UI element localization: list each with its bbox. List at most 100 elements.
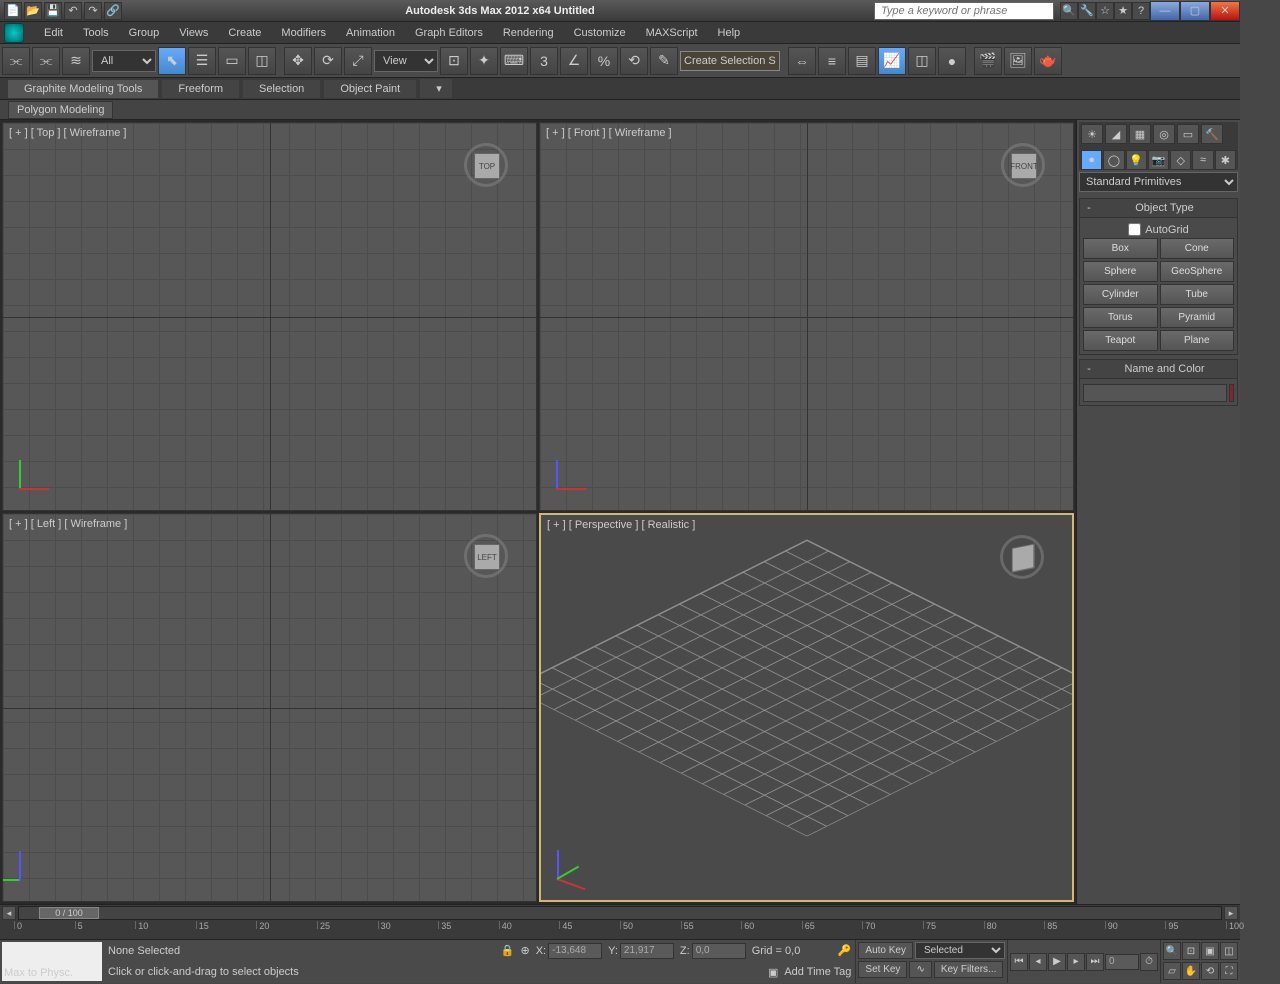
geosphere-button[interactable]: GeoSphere	[1160, 261, 1235, 282]
zoom-icon[interactable]: 🔍	[1163, 942, 1181, 960]
viewport-persp-label[interactable]: [ + ] [ Perspective ] [ Realistic ]	[547, 519, 695, 531]
viewport-top[interactable]: [ + ] [ Top ] [ Wireframe ] TOP	[2, 122, 537, 511]
viewport-top-label[interactable]: [ + ] [ Top ] [ Wireframe ]	[9, 127, 126, 139]
object-color-swatch[interactable]	[1229, 384, 1234, 402]
manipulate-icon[interactable]: ✦	[470, 47, 498, 75]
time-config-icon[interactable]: ⏱	[1140, 953, 1158, 971]
tab-object-paint[interactable]: Object Paint	[324, 80, 416, 98]
viewcube-persp[interactable]	[992, 527, 1052, 587]
plane-icon[interactable]: ◢	[1105, 124, 1127, 144]
goto-end-icon[interactable]: ⏭	[1086, 953, 1104, 971]
torus-button[interactable]: Torus	[1083, 307, 1158, 328]
percent-snap-icon[interactable]: %	[590, 47, 618, 75]
viewport-front[interactable]: [ + ] [ Front ] [ Wireframe ] FRONT	[539, 122, 1074, 511]
category-dropdown[interactable]: Standard Primitives	[1079, 172, 1238, 192]
select-tool-icon[interactable]: ⬉	[158, 47, 186, 75]
reference-coord[interactable]: View	[374, 50, 438, 72]
rotate-tool-icon[interactable]: ⟳	[314, 47, 342, 75]
time-slider-handle[interactable]: 0 / 100	[39, 907, 99, 919]
ribbon-dropdown-icon[interactable]: ▾	[420, 79, 452, 98]
time-tag-icon[interactable]: ▣	[768, 966, 778, 979]
new-icon[interactable]: 📄	[4, 2, 22, 20]
material-editor-icon[interactable]: ●	[938, 47, 966, 75]
play-icon[interactable]: ▶	[1048, 953, 1066, 971]
keyboard-icon[interactable]: ⌨	[500, 47, 528, 75]
maxscript-listener[interactable]: Max to Physc.	[2, 942, 102, 981]
maximize-viewport-icon[interactable]: ⛶	[1220, 962, 1238, 980]
shapes-tab-icon[interactable]: ◯	[1103, 150, 1124, 170]
schematic-icon[interactable]: ◫	[908, 47, 936, 75]
tab-freeform[interactable]: Freeform	[162, 80, 239, 98]
pivot-icon[interactable]: ⊡	[440, 47, 468, 75]
orbit-icon[interactable]: ⟲	[1201, 962, 1219, 980]
box-button[interactable]: Box	[1083, 238, 1158, 259]
menu-group[interactable]: Group	[119, 24, 170, 42]
redo-icon[interactable]: ↷	[84, 2, 102, 20]
prev-frame-icon[interactable]: ◂	[1029, 953, 1047, 971]
menu-maxscript[interactable]: MAXScript	[636, 24, 708, 42]
render-icon[interactable]: 🫖	[1034, 47, 1062, 75]
help-icon[interactable]: ?	[1132, 2, 1150, 20]
selection-filter[interactable]: All	[92, 50, 156, 72]
time-slider-track[interactable]: 0 / 100	[18, 906, 1222, 920]
name-color-rollout[interactable]: -Name and Color	[1079, 359, 1238, 379]
snap-3d-icon[interactable]: 3	[530, 47, 558, 75]
zoom-all-icon[interactable]: ⊡	[1182, 942, 1200, 960]
render-frame-icon[interactable]: 🖼	[1004, 47, 1032, 75]
cone-button[interactable]: Cone	[1160, 238, 1235, 259]
select-link-icon[interactable]: ⫘	[2, 47, 30, 75]
help-search[interactable]	[874, 2, 1054, 20]
layers-icon[interactable]: ▤	[848, 47, 876, 75]
cylinder-button[interactable]: Cylinder	[1083, 284, 1158, 305]
coord-mode-icon[interactable]: ⊕	[521, 944, 530, 957]
x-coord-input[interactable]	[548, 943, 602, 959]
set-key-button[interactable]: Set Key	[858, 961, 907, 978]
menu-modifiers[interactable]: Modifiers	[271, 24, 336, 42]
add-time-tag[interactable]: Add Time Tag	[784, 966, 851, 978]
utilities-icon[interactable]: 🔨	[1201, 124, 1223, 144]
current-frame-input[interactable]	[1105, 954, 1139, 970]
timeline-prev-icon[interactable]: ◂	[2, 906, 16, 920]
app-icon[interactable]	[4, 23, 24, 43]
tab-graphite[interactable]: Graphite Modeling Tools	[8, 80, 158, 98]
geometry-tab-icon[interactable]: ●	[1081, 150, 1102, 170]
named-selection-input[interactable]	[680, 51, 780, 71]
move-tool-icon[interactable]: ✥	[284, 47, 312, 75]
spacewarps-tab-icon[interactable]: ≈	[1192, 150, 1213, 170]
favorite-icon[interactable]: ★	[1114, 2, 1132, 20]
curve-editor-icon[interactable]: 📈	[878, 47, 906, 75]
display-icon[interactable]: ▭	[1177, 124, 1199, 144]
tube-button[interactable]: Tube	[1160, 284, 1235, 305]
minimize-button[interactable]: —	[1150, 1, 1180, 21]
light-icon[interactable]: ☀	[1081, 124, 1103, 144]
star-icon[interactable]: ☆	[1096, 2, 1114, 20]
key-curve-icon[interactable]: ∿	[909, 961, 931, 978]
pyramid-button[interactable]: Pyramid	[1160, 307, 1235, 328]
tab-selection[interactable]: Selection	[243, 80, 320, 98]
z-coord-input[interactable]	[692, 943, 746, 959]
goto-start-icon[interactable]: ⏮	[1010, 953, 1028, 971]
teapot-button[interactable]: Teapot	[1083, 330, 1158, 351]
viewcube-top[interactable]: TOP	[456, 135, 516, 195]
undo-icon[interactable]: ↶	[64, 2, 82, 20]
menu-edit[interactable]: Edit	[34, 24, 73, 42]
close-button[interactable]: ✕	[1210, 1, 1240, 21]
auto-key-button[interactable]: Auto Key	[858, 942, 913, 959]
wrench-icon[interactable]: 🔧	[1078, 2, 1096, 20]
sphere-button[interactable]: Sphere	[1083, 261, 1158, 282]
search-input[interactable]	[881, 5, 1047, 17]
plane-button[interactable]: Plane	[1160, 330, 1235, 351]
time-ruler[interactable]: 0510152025303540455055606570758085909510…	[0, 921, 1240, 939]
scale-tool-icon[interactable]: ⤢	[344, 47, 372, 75]
lock-icon[interactable]: 🔒	[501, 944, 515, 957]
helpers-tab-icon[interactable]: ◇	[1170, 150, 1191, 170]
viewport-left[interactable]: [ + ] [ Left ] [ Wireframe ] LEFT	[2, 513, 537, 902]
pan-icon[interactable]: ✋	[1182, 962, 1200, 980]
align-icon[interactable]: ≡	[818, 47, 846, 75]
maximize-button[interactable]: ▢	[1180, 1, 1210, 21]
viewport-left-label[interactable]: [ + ] [ Left ] [ Wireframe ]	[9, 518, 127, 530]
open-icon[interactable]: 📂	[24, 2, 42, 20]
motion-icon[interactable]: ◎	[1153, 124, 1175, 144]
menu-views[interactable]: Views	[169, 24, 218, 42]
menu-help[interactable]: Help	[708, 24, 751, 42]
